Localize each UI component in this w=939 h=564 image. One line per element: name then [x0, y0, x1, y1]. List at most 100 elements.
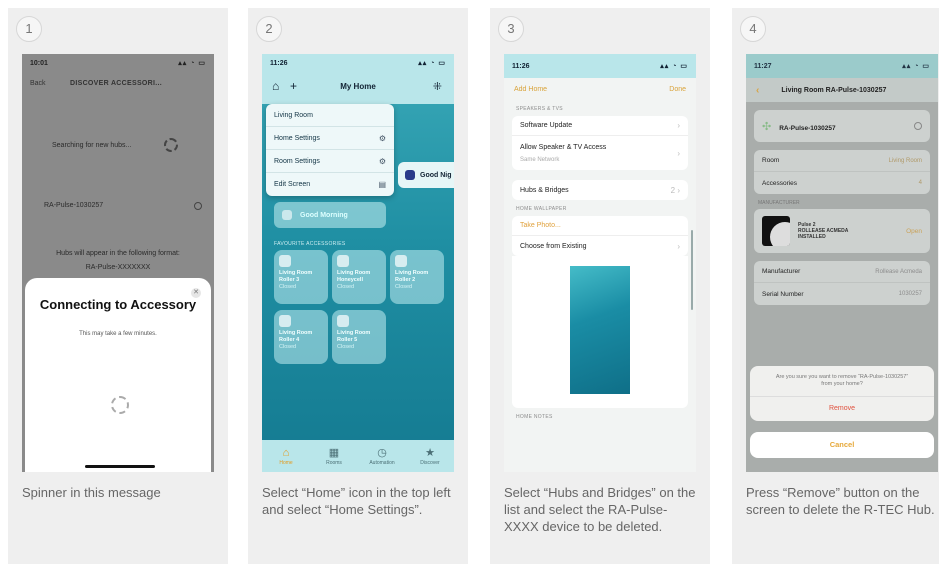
menu-item-living-room[interactable]: Living Room [266, 104, 394, 127]
top-area: 11:26 ▴▴ ◔ ▭ [504, 54, 696, 78]
menu-item-label: Edit Screen [274, 181, 311, 188]
serial-row: Serial Number 1030257 [754, 283, 930, 305]
tab-label: Discover [420, 459, 440, 466]
blind-icon [337, 255, 349, 267]
accessory-tile[interactable]: Living Room Roller 5 Closed [332, 310, 386, 364]
row-label: Manufacturer [762, 268, 801, 275]
phone-screenshot: 11:26 ▴▴ ◔ ▭ Add Home Done SPEAKERS & TV… [504, 54, 696, 472]
chevron-right-icon: › [677, 241, 680, 251]
row-label: Take Photo... [520, 222, 561, 229]
step-caption: Spinner in this message [22, 485, 161, 500]
allow-access-row[interactable]: Allow Speaker & TV Access Same Network › [512, 136, 688, 170]
back-button[interactable]: Back [30, 80, 70, 87]
menu-item-home-settings[interactable]: Home Settings ⚙ [266, 127, 394, 150]
connecting-sheet: ✕ Connecting to Accessory This may take … [25, 278, 211, 472]
step-panel-1: 1 10:01 ▴▴ ◔ ▭ Back DISCOVER ACCESSORI..… [8, 8, 228, 564]
row-value: Living Room [888, 157, 922, 164]
row-value-wrap: 2 › [670, 185, 680, 195]
choose-existing-row[interactable]: Choose from Existing › [512, 236, 688, 256]
manufacturer-row: Manufacturer Rollease Acmeda [754, 261, 930, 283]
tab-bar: ⌂ Home ▦ Rooms ◷ Automation ★ Discover [262, 440, 454, 472]
step-number: 1 [16, 16, 42, 42]
tab-home[interactable]: ⌂ Home [266, 447, 306, 466]
row-label: Accessories [762, 179, 798, 187]
section-heading: MANUFACTURER [758, 200, 800, 206]
chevron-left-icon[interactable]: ‹ [756, 85, 759, 96]
done-button[interactable]: Done [669, 86, 686, 93]
gear-icon: ⚙ [378, 133, 386, 143]
scrollbar[interactable] [691, 230, 693, 310]
accessory-tile[interactable]: Living Room Roller 2 Closed [390, 250, 444, 304]
tab-label: Automation [369, 459, 395, 466]
step-caption: Select “Home” icon in the top left and s… [262, 485, 451, 517]
hubs-count: 2 [670, 185, 676, 195]
tile-state: Closed [279, 284, 297, 290]
software-update-row[interactable]: Software Update › [512, 116, 688, 136]
section-heading: HOME NOTES [516, 414, 553, 420]
info-icon[interactable] [194, 202, 202, 210]
hubs-group: Hubs & Bridges 2 › [512, 180, 688, 200]
step-panel-3: 3 11:26 ▴▴ ◔ ▭ Add Home Done SPEAKERS & … [490, 8, 710, 564]
menu-item-room-settings[interactable]: Room Settings ⚙ [266, 150, 394, 173]
cancel-button[interactable]: Cancel [750, 432, 934, 458]
accessory-tile[interactable]: Living Room Honeycell Closed [332, 250, 386, 304]
loading-spinner-icon [111, 396, 129, 414]
open-button[interactable]: Open [906, 228, 922, 235]
status-time: 11:26 [512, 62, 530, 70]
top-area: 11:27 ▴▴ ◔ ▭ [746, 54, 938, 78]
wallpaper-group: Take Photo... Choose from Existing › [512, 216, 688, 256]
row-label: Serial Number [762, 290, 804, 298]
add-home-button[interactable]: Add Home [514, 86, 547, 93]
tab-discover[interactable]: ★ Discover [410, 447, 450, 466]
scene-good-morning[interactable]: Good Morning [274, 202, 386, 228]
accessory-tile[interactable]: Living Room Roller 4 Closed [274, 310, 328, 364]
accessory-tile[interactable]: Living Room Roller 3 Closed [274, 250, 328, 304]
manufacturer-card: Pulse 2 ROLLEASE ACMEDA INSTALLED Open [754, 209, 930, 253]
step-number: 4 [740, 16, 766, 42]
tile-room: Living Room [395, 270, 429, 276]
accessories-row[interactable]: Accessories 4 [754, 172, 930, 194]
row-label: Hubs & Bridges [520, 186, 569, 194]
scene-good-night[interactable]: Good Nig [398, 162, 454, 188]
menu-item-edit-screen[interactable]: Edit Screen ▤ [266, 173, 394, 196]
wallpaper-preview-area [512, 256, 688, 408]
status-icons: ▴▴ ◔ ▭ [902, 63, 930, 70]
room-group: Room Living Room Accessories 4 [754, 150, 930, 194]
tile-room: Living Room [337, 330, 371, 336]
manufacturer-app-row: Pulse 2 ROLLEASE ACMEDA INSTALLED Open [754, 209, 930, 253]
tab-label: Rooms [326, 459, 342, 466]
wallpaper-preview[interactable] [570, 266, 630, 394]
step-caption: Select “Hubs and Bridges” on the list an… [504, 485, 696, 534]
moon-icon [405, 170, 415, 180]
home-menu: Living Room Home Settings ⚙ Room Setting… [266, 104, 394, 196]
tile-state: Closed [279, 344, 297, 350]
take-photo-row[interactable]: Take Photo... [512, 216, 688, 236]
sheet-subtitle: This may take a few minutes. [79, 331, 157, 337]
details-group: Manufacturer Rollease Acmeda Serial Numb… [754, 261, 930, 305]
nav-title: My Home [340, 81, 376, 91]
favourites-heading: FAVOURITE ACCESSORIES [274, 241, 346, 247]
hub-icon: ✣ [762, 120, 772, 133]
tile-state: Closed [395, 284, 413, 290]
device-row[interactable]: RA-Pulse-1030257 [44, 202, 103, 209]
menu-item-label: Living Room [274, 111, 313, 119]
tab-label: Home [279, 459, 293, 466]
speakers-group: Software Update › Allow Speaker & TV Acc… [512, 116, 688, 170]
remove-button[interactable]: Remove [750, 397, 934, 421]
tab-automation[interactable]: ◷ Automation [362, 447, 402, 466]
hubs-bridges-row[interactable]: Hubs & Bridges 2 › [512, 180, 688, 200]
device-card: ✣ RA-Pulse-1030257 [754, 110, 930, 142]
settings-icon[interactable] [914, 122, 922, 130]
voice-icon[interactable]: ⁜ [433, 80, 442, 93]
tile-state: Closed [337, 344, 355, 350]
status-icons: ▴▴ ◔ ▭ [660, 63, 688, 70]
scene-label: Good Morning [300, 211, 348, 219]
status-bar: 11:26 ▴▴ ◔ ▭ [262, 54, 454, 72]
row-value: Same Network [520, 156, 560, 163]
nav-title: Living Room RA-Pulse-1030257 [781, 86, 887, 94]
room-row[interactable]: Room Living Room [754, 150, 930, 172]
header-title: DISCOVER ACCESSORI... [70, 79, 162, 87]
sun-icon [282, 210, 292, 220]
blind-icon [279, 315, 291, 327]
tab-rooms[interactable]: ▦ Rooms [314, 447, 354, 466]
